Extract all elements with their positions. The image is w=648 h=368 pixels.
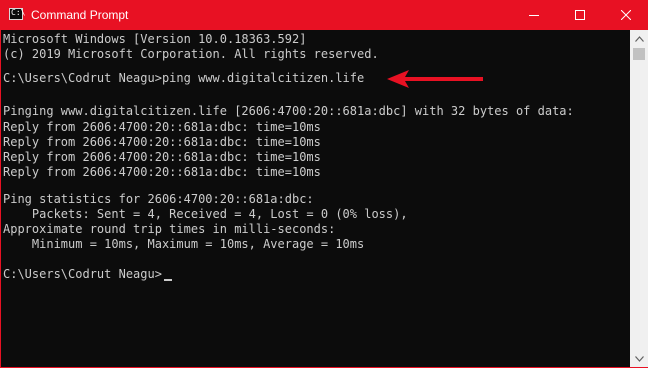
text-cursor bbox=[164, 279, 172, 281]
minimize-button[interactable] bbox=[511, 0, 557, 30]
chevron-up-icon bbox=[634, 35, 644, 42]
maximize-icon bbox=[575, 10, 585, 20]
console-line: Reply from 2606:4700:20::681a:dbc: time=… bbox=[3, 150, 321, 164]
console-line: Reply from 2606:4700:20::681a:dbc: time=… bbox=[3, 165, 321, 179]
console-line: Ping statistics for 2606:4700:20::681a:d… bbox=[3, 192, 314, 206]
console-line: Reply from 2606:4700:20::681a:dbc: time=… bbox=[3, 120, 321, 134]
scroll-down-button[interactable] bbox=[630, 350, 648, 367]
console-line: C:\Users\Codrut Neagu>ping www.digitalci… bbox=[3, 71, 365, 85]
close-icon bbox=[621, 10, 631, 20]
console-line: Microsoft Windows [Version 10.0.18363.59… bbox=[3, 32, 307, 46]
console-line: Minimum = 10ms, Maximum = 10ms, Average … bbox=[3, 237, 365, 251]
console-line: (c) 2019 Microsoft Corporation. All righ… bbox=[3, 47, 379, 61]
console-output[interactable]: Microsoft Windows [Version 10.0.18363.59… bbox=[1, 30, 630, 367]
terminal-icon[interactable]: C:\ bbox=[9, 8, 26, 20]
minimize-icon bbox=[529, 15, 539, 16]
console-line: Packets: Sent = 4, Received = 4, Lost = … bbox=[3, 207, 408, 221]
terminal-icon-glyph: C:\ bbox=[11, 8, 26, 17]
arrow-left-icon bbox=[387, 70, 483, 88]
scroll-thumb[interactable] bbox=[633, 48, 645, 60]
chevron-down-icon bbox=[634, 355, 644, 362]
vertical-scrollbar[interactable] bbox=[630, 30, 648, 367]
console-line: Reply from 2606:4700:20::681a:dbc: time=… bbox=[3, 135, 321, 149]
console-line: C:\Users\Codrut Neagu> bbox=[3, 267, 162, 281]
maximize-button[interactable] bbox=[557, 0, 603, 30]
console-line: Pinging www.digitalcitizen.life [2606:47… bbox=[3, 104, 574, 118]
close-button[interactable] bbox=[603, 0, 648, 30]
scroll-up-button[interactable] bbox=[630, 30, 648, 47]
title-bar[interactable]: C:\ Command Prompt bbox=[1, 0, 648, 30]
command-prompt-window: C:\ Command Prompt Microsoft Windows [Ve… bbox=[0, 0, 648, 368]
window-title: Command Prompt bbox=[31, 8, 129, 22]
console-line: Approximate round trip times in milli-se… bbox=[3, 222, 336, 236]
